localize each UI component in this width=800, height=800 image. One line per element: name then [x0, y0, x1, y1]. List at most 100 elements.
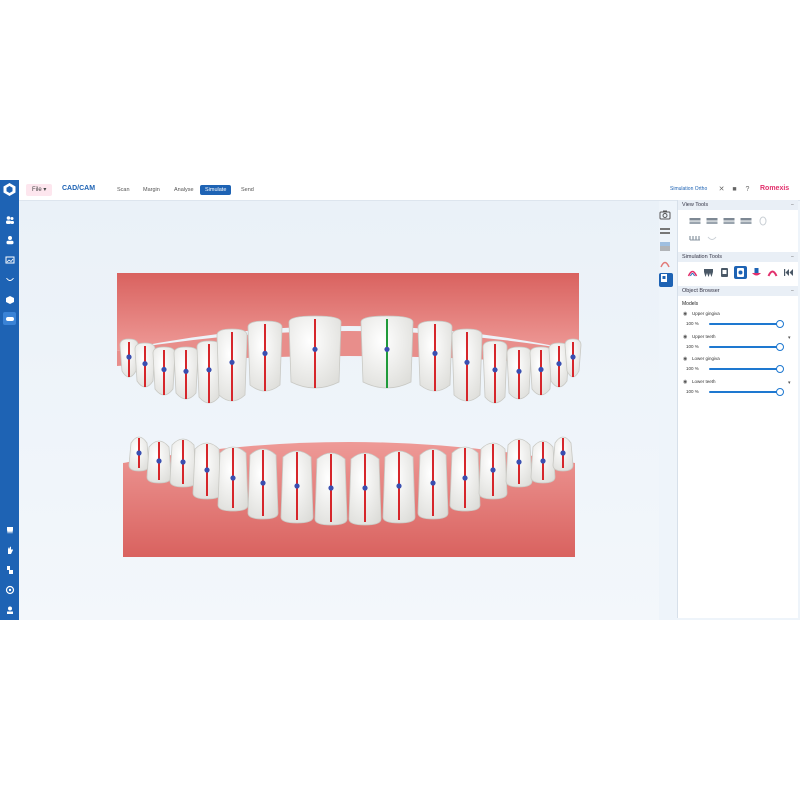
model-name-upper-teeth: Upper teeth [692, 333, 716, 339]
opacity-value: 100 % [686, 366, 699, 371]
models-label: Models [682, 301, 699, 307]
tab-analyse[interactable]: Analyse [169, 185, 199, 195]
slider-thumb[interactable] [776, 320, 784, 328]
arch-form-icon[interactable] [686, 266, 699, 279]
user-icon[interactable] [3, 233, 16, 246]
view-front-icon[interactable] [688, 216, 701, 226]
tab-send[interactable]: Send [236, 185, 259, 195]
tab-scan[interactable]: Scan [112, 185, 135, 195]
top-bar: File ▾ CAD/CAM Scan Margin Analyse Simul… [19, 180, 800, 201]
model-viewport[interactable] [19, 201, 673, 620]
view-tools-header[interactable]: View Tools − [678, 200, 798, 210]
tooth-axis-point [516, 459, 522, 465]
tooth-movement-icon[interactable] [734, 266, 747, 279]
rewind-icon[interactable] [782, 266, 795, 279]
opacity-value: 100 % [686, 321, 699, 326]
close-icon[interactable]: ✕ [717, 185, 726, 194]
tooth-axis-point [432, 350, 438, 356]
opacity-slider-upper-teeth[interactable] [709, 345, 779, 348]
collapse-icon: − [790, 202, 794, 208]
tooth-axis-point [204, 467, 210, 473]
tooth-axis-point [294, 483, 300, 489]
interproximal-icon[interactable] [750, 266, 763, 279]
app-logo-icon [3, 183, 16, 196]
chevron-down-icon[interactable]: ▾ [788, 335, 791, 341]
patients-icon[interactable] [3, 213, 16, 226]
occlusion-view-icon[interactable] [659, 225, 673, 239]
help-icon[interactable]: ? [743, 185, 752, 194]
opacity-slider-upper-gingiva[interactable] [709, 323, 779, 325]
cadcam-icon[interactable] [3, 312, 16, 325]
file-menu-label: File [32, 187, 42, 193]
view-left-icon[interactable] [705, 216, 718, 226]
eye-icon[interactable]: ◉ [683, 356, 687, 362]
arch-view-icon[interactable] [659, 241, 673, 255]
support-icon[interactable] [3, 603, 16, 616]
tooth-axis-point [560, 450, 566, 456]
slider-thumb[interactable] [776, 365, 784, 373]
lower-jaw-icon[interactable] [705, 233, 718, 243]
slider-thumb[interactable] [776, 342, 784, 351]
collapse-icon: − [790, 254, 794, 260]
jaw-icon[interactable] [3, 273, 16, 286]
simulation-mode-label: Simulation Ortho [670, 186, 708, 192]
view-back-icon[interactable] [739, 216, 752, 226]
tooth-axis-point [462, 475, 468, 481]
single-tooth-view-icon[interactable] [659, 273, 673, 287]
teeth-icon[interactable] [3, 523, 16, 536]
object-browser-header[interactable]: Object Browser − [678, 286, 798, 296]
tooth-axis-point [206, 367, 212, 373]
view-right-icon[interactable] [722, 216, 735, 226]
upper-jaw-icon[interactable] [688, 233, 701, 243]
tab-margin[interactable]: Margin [138, 185, 165, 195]
opacity-slider-lower-teeth[interactable] [709, 390, 779, 393]
bracket-icon[interactable] [718, 266, 731, 279]
tab-simulate[interactable]: Simulate [200, 185, 232, 195]
object-browser-title: Object Browser [682, 288, 720, 294]
tools-panel: View Tools − Simulation Tools − Object Bro… [677, 200, 798, 618]
model-icon[interactable] [3, 293, 16, 306]
view-tools-title: View Tools [682, 202, 709, 208]
camera-icon[interactable] [659, 209, 673, 223]
eye-icon[interactable]: ◉ [683, 311, 687, 317]
tooth-axis-point [262, 350, 268, 356]
tooth-axis-point [180, 459, 186, 465]
eye-icon[interactable]: ◉ [683, 379, 687, 385]
slider-thumb[interactable] [776, 387, 784, 396]
images-icon[interactable] [3, 253, 16, 266]
chevron-down-icon: ▾ [43, 187, 47, 193]
chevron-down-icon[interactable]: ▾ [788, 380, 791, 386]
tooth-axis-point [396, 483, 402, 489]
gingiva-view-icon[interactable] [659, 257, 673, 271]
model-name-upper-gingiva: Upper gingiva [692, 311, 720, 316]
tooth-axis-point [312, 346, 318, 352]
tooth-axis-point [490, 467, 496, 473]
tooth-axis-point [183, 368, 189, 374]
view-occlusal-icon[interactable] [756, 216, 769, 226]
opacity-value: 100 % [686, 343, 699, 349]
app-title: CAD/CAM [62, 185, 96, 192]
tooth-axis-point [464, 359, 470, 365]
dental-model[interactable] [19, 201, 659, 620]
tooth-axis-point [538, 366, 544, 373]
gingiva-edit-icon[interactable] [766, 266, 779, 279]
tools-icon[interactable] [3, 563, 16, 576]
tooth-axis-point [260, 480, 266, 486]
tooth-axis-point [384, 346, 390, 352]
tooth-axis-point [556, 361, 562, 367]
tooth-axis-point [328, 485, 334, 491]
tooth-axis-point [136, 450, 142, 456]
tooth-axis-point [492, 367, 498, 373]
video-icon[interactable]: ■ [730, 185, 739, 194]
simulation-tools-title: Simulation Tools [682, 254, 722, 260]
tooth-axis-point [540, 458, 546, 464]
file-menu[interactable]: File ▾ [26, 184, 53, 196]
settings-icon[interactable] [3, 583, 16, 596]
tooth-axis-point [126, 354, 132, 360]
opacity-slider-lower-gingiva[interactable] [709, 368, 779, 370]
simulation-tools-header[interactable]: Simulation Tools − [678, 252, 798, 262]
hand-icon[interactable] [3, 543, 16, 556]
tooth-axis-point [430, 480, 436, 486]
eye-icon[interactable]: ◉ [683, 334, 687, 340]
tooth-setup-icon[interactable] [702, 266, 715, 279]
